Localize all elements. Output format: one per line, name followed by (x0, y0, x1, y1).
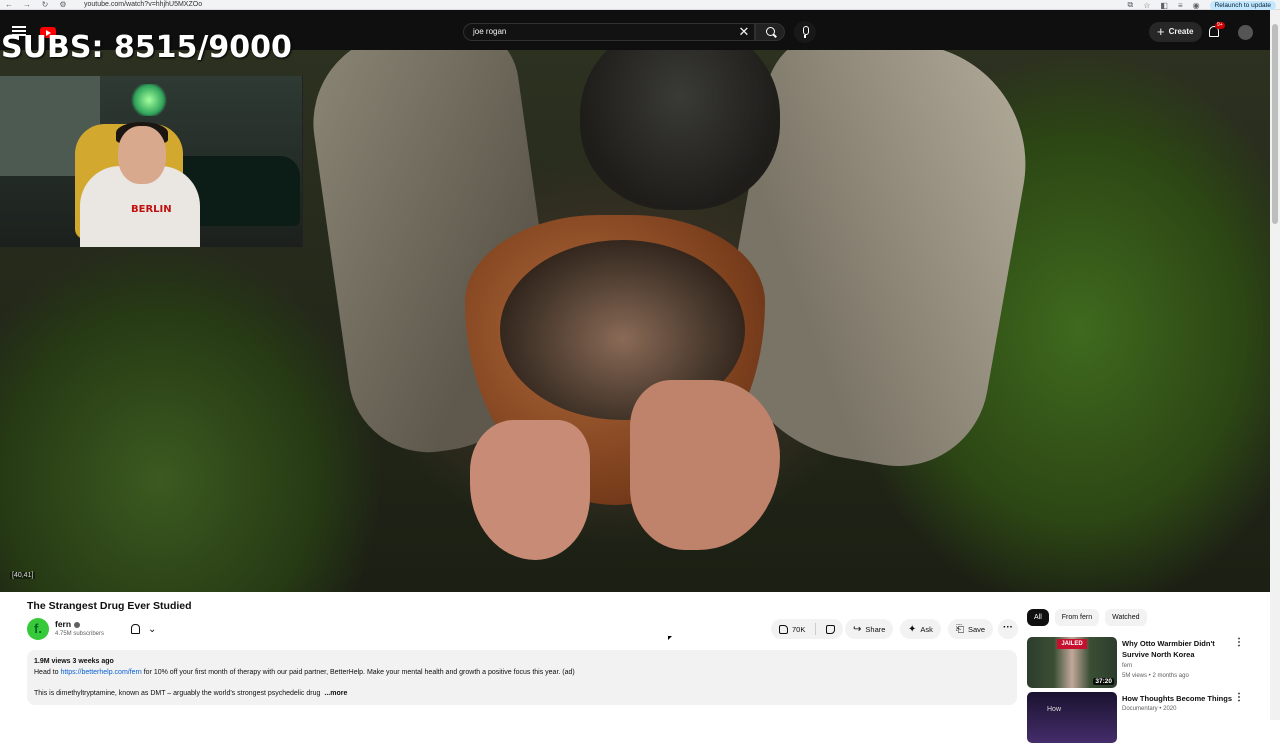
filter-chips: All From fern Watched (1027, 609, 1147, 626)
webcam-head (118, 126, 166, 184)
share-pill: ↪ Share (845, 619, 894, 639)
description-prefix: Head to (34, 669, 61, 676)
save-button[interactable]: ⎗ Save (948, 619, 994, 639)
more-actions-button[interactable]: ··· (998, 619, 1018, 639)
save-label: Save (968, 624, 986, 634)
webcam-neon-light (131, 84, 167, 116)
clear-search-icon[interactable]: ✕ (737, 23, 751, 41)
verified-icon (74, 621, 81, 628)
description-text: This is dimethyltryptamine, known as DMT… (34, 690, 321, 697)
video-thumbnail[interactable]: How (1027, 692, 1117, 743)
recommended-channel[interactable]: fern (1122, 661, 1132, 671)
browser-actions: ⧉ ☆ ◧ ≡ ◉ Relaunch to update (1128, 0, 1276, 10)
back-icon[interactable]: ← (0, 0, 18, 9)
install-icon[interactable]: ⧉ (1128, 0, 1134, 10)
recommended-video[interactable]: JAILED 37:20 Why Otto Warmbier Didn't Su… (1027, 637, 1252, 689)
reload-icon[interactable]: ↻ (36, 0, 54, 9)
voice-search-icon[interactable] (794, 21, 816, 43)
forward-icon[interactable]: → (18, 0, 36, 9)
video-description[interactable]: 1.9M views 3 weeks ago Head to https://b… (27, 650, 1017, 705)
sparkle-icon: ✦ (908, 623, 917, 635)
channel-avatar[interactable]: f. (27, 618, 49, 640)
relaunch-button[interactable]: Relaunch to update (1209, 0, 1276, 10)
recommended-channel: Documentary • 2020 (1122, 706, 1177, 712)
page-scrollbar[interactable] (1270, 10, 1280, 720)
channel-name-text: fern (55, 619, 72, 629)
address-bar[interactable]: youtube.com/watch?v=hhjhU5MXZOo (84, 0, 202, 10)
thumbnail-text: How (1047, 706, 1062, 713)
plus-icon: + (1157, 24, 1165, 39)
show-more-button[interactable]: ...more (324, 690, 347, 697)
video-frame-hand-right (630, 380, 780, 550)
video-frame-beard (580, 50, 780, 210)
video-thumbnail[interactable]: JAILED 37:20 (1027, 637, 1117, 688)
coordinate-readout: [40,41] (10, 572, 36, 579)
more-options-icon[interactable]: ⋮ (1234, 637, 1244, 648)
share-label: Share (865, 624, 886, 634)
bookmark-icon: ⎗ (956, 623, 964, 635)
share-button[interactable]: ↪ Share (845, 619, 894, 639)
like-count[interactable]: 70K (792, 625, 805, 634)
betterhelp-link[interactable]: https://betterhelp.com/fern (60, 669, 141, 676)
search-button[interactable] (755, 23, 785, 41)
recommended-video-title[interactable]: Why Otto Warmbier Didn't Survive North K… (1122, 638, 1234, 660)
channel-name[interactable]: fern (55, 619, 81, 629)
ask-pill: ✦ Ask (900, 619, 941, 639)
tab-search-icon[interactable]: ≡ (1178, 1, 1183, 10)
bell-icon (131, 624, 140, 634)
notification-count-badge: 9+ (1215, 22, 1225, 29)
chip-from-fern[interactable]: From fern (1054, 609, 1100, 626)
recommended-video-title[interactable]: How Thoughts Become Things (1122, 693, 1234, 704)
description-line-2: This is dimethyltryptamine, known as DMT… (34, 688, 1010, 699)
profile-icon[interactable]: ◉ (1193, 1, 1200, 10)
chevron-down-icon: ⌄ (148, 623, 157, 635)
recommended-video-meta: 5M views • 2 months ago (1122, 673, 1189, 679)
description-suffix: for 10% off your first month of therapy … (141, 669, 575, 676)
dislike-icon[interactable] (826, 624, 836, 634)
subscriber-count: 4.75M subscribers (55, 631, 105, 637)
chip-watched[interactable]: Watched (1105, 609, 1147, 626)
more-dots-icon: ··· (998, 619, 1018, 639)
save-pill: ⎗ Save (948, 619, 994, 639)
view-count-and-date: 1.9M views 3 weeks ago (34, 658, 114, 665)
like-dislike-group: 70K (771, 619, 844, 639)
webcam-shirt-text: BERLIN (131, 204, 172, 215)
ask-label: Ask (920, 624, 933, 634)
like-dislike-pill: 70K (771, 619, 844, 639)
video-duration: 37:20 (1093, 678, 1114, 685)
bookmark-star-icon[interactable]: ☆ (1143, 1, 1150, 10)
scrollbar-thumb[interactable] (1272, 24, 1278, 224)
mouse-cursor-icon (668, 636, 672, 640)
like-divider (815, 623, 817, 635)
create-button[interactable]: + Create (1149, 22, 1202, 42)
thumbnail-text: JAILED (1057, 639, 1087, 649)
like-icon[interactable] (779, 624, 788, 634)
subscription-notification-button[interactable]: ⌄ (125, 619, 165, 639)
more-options-icon[interactable]: ⋮ (1234, 692, 1244, 703)
extensions-icon[interactable]: ◧ (1160, 1, 1168, 10)
share-arrow-icon: ↪ (853, 623, 862, 635)
video-frame-hand-left (470, 420, 590, 560)
create-label: Create (1168, 27, 1194, 36)
description-line-1: Head to https://betterhelp.com/fern for … (34, 667, 1010, 678)
search-input[interactable]: joe rogan (463, 23, 755, 41)
subscriber-goal-overlay: SUBS: 8515/9000 (1, 30, 292, 65)
recommended-video[interactable]: How How Thoughts Become Things Documenta… (1027, 692, 1252, 744)
account-avatar[interactable] (1238, 25, 1253, 40)
chip-all[interactable]: All (1027, 609, 1049, 626)
ask-button[interactable]: ✦ Ask (900, 619, 941, 639)
video-title: The Strangest Drug Ever Studied (27, 600, 192, 612)
streamer-webcam-overlay: BERLIN (0, 76, 303, 247)
site-info-icon[interactable]: ⚙ (54, 0, 72, 9)
